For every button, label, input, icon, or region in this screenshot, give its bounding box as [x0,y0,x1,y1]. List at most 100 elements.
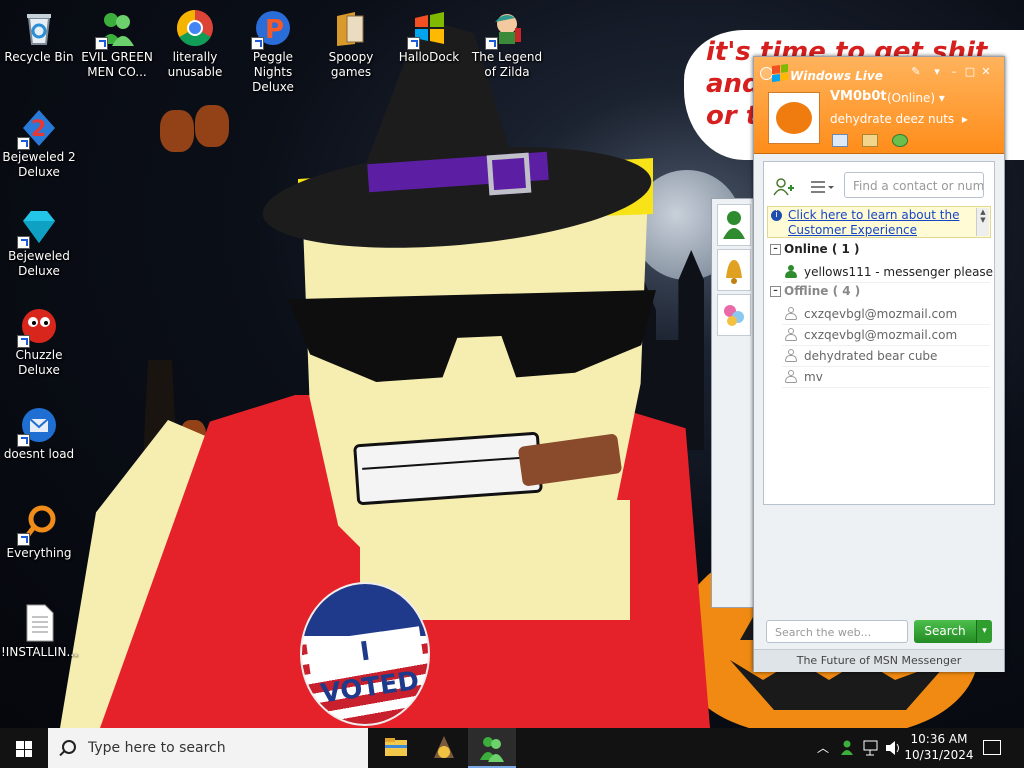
pumpkin-lantern [160,110,194,152]
svg-text:P: P [265,15,284,45]
tab-activities[interactable] [717,294,751,336]
network-icon[interactable] [862,728,880,768]
everything-search-icon [17,504,59,546]
desktop-icon-hallodock[interactable]: HalloDock [391,2,467,65]
group-online[interactable]: – Online ( 1 ) [770,242,860,256]
chevron-down-icon[interactable]: ▾ [930,65,944,79]
customer-experience-link[interactable]: Click here to learn about the Customer E… [788,208,968,238]
messenger-side-tabs [711,198,754,608]
contact-list-panel: Find a contact or number... i Click here… [763,161,995,505]
tab-contacts[interactable] [717,204,751,246]
offline-buddy-icon [784,349,798,363]
shortcut-arrow-icon [17,335,30,348]
search-button[interactable]: Search [914,620,976,643]
group-offline[interactable]: – Offline ( 4 ) [770,284,860,298]
contact-item[interactable]: dehydrated bear cube [782,346,990,367]
shortcut-arrow-icon [17,236,30,249]
offline-buddy-icon [784,328,798,342]
avatar[interactable] [768,92,820,144]
contacts-buddy-icon [723,211,745,239]
contact-item[interactable]: yellows111 - messenger please [782,262,993,283]
personal-message[interactable]: dehydrate deez nuts ▸ [830,112,968,126]
tray-overflow-chevron-icon[interactable]: ︿ [816,728,830,768]
witch-hat-buckle [486,152,532,196]
offline-buddy-icon [784,307,798,321]
start-button[interactable] [0,728,48,768]
tray-messenger-icon[interactable] [838,728,856,768]
contact-item[interactable]: cxzqevbgl@mozmail.com [782,304,990,325]
contact-name: cxzqevbgl@mozmail.com [804,307,958,321]
chuzzle-icon [17,306,59,348]
desktop-icon-installing-file[interactable]: !INSTALLIN... [1,597,78,660]
desktop-icon-chrome[interactable]: literally unusable [157,2,233,80]
shortcut-arrow-icon [17,137,30,150]
messenger-buddies-icon [480,737,504,762]
find-contact-input[interactable]: Find a contact or number... [844,172,984,198]
contact-item[interactable]: cxzqevbgl@mozmail.com [782,325,990,346]
contact-name: mv [804,370,823,384]
desktop-icon-evil-green-men[interactable]: EVIL GREEN MEN CO... [79,2,155,80]
taskbar-clock[interactable]: 10:36 AM 10/31/2024 [903,731,975,763]
folder-icon[interactable] [862,134,878,147]
shortcut-arrow-icon [95,37,108,50]
notification-center-icon[interactable] [983,740,1001,755]
minimize-button[interactable]: – [947,65,961,79]
taskbar-search-box[interactable]: Type here to search [48,728,368,768]
online-buddy-icon [784,265,798,279]
banner-scrollbar[interactable]: ▲ ▼ [976,208,989,236]
file-explorer-icon [385,738,407,756]
maximize-button[interactable]: □ [963,65,977,79]
shortcut-arrow-icon [407,37,420,50]
flowers-icon [724,305,744,326]
chrome-icon [175,8,215,48]
taskbar-search-placeholder: Type here to search [88,740,226,756]
status-text: (Online) [887,91,936,105]
search-dropdown-button[interactable]: ▾ [976,620,992,643]
add-contact-button[interactable] [770,176,796,198]
desktop-icon-bejeweled[interactable]: Bejeweled Deluxe [1,201,77,279]
bell-icon [726,260,742,284]
add-contact-icon [773,178,794,196]
desktop-icon-thunderbird[interactable]: doesnt load [1,399,77,462]
view-options-button[interactable] [808,176,834,198]
taskbar-halloween-app[interactable] [420,728,468,768]
group-label: Online ( 1 ) [784,242,860,256]
customize-icon[interactable]: ✎ [909,65,923,79]
zilda-icon [485,8,527,50]
list-view-icon [811,181,834,193]
collapse-toggle-icon: – [770,286,781,297]
thunderbird-icon [17,405,59,447]
desktop-icon-chuzzle[interactable]: Chuzzle Deluxe [1,300,77,378]
messenger-window: Windows Live ✎ ▾ – □ ✕ VM0b0t (Online) ▾… [753,56,1005,672]
display-name[interactable]: VM0b0t [830,89,887,104]
desktop-icon-everything[interactable]: Everything [1,498,77,561]
desktop-icon-bejeweled-2[interactable]: 2 Bejeweled 2 Deluxe [1,102,77,180]
close-button[interactable]: ✕ [979,65,993,79]
mail-icon[interactable] [832,134,848,147]
windows-logo-icon [407,8,449,50]
group-label: Offline ( 4 ) [784,284,861,298]
volume-icon[interactable] [884,728,902,768]
taskbar-messenger[interactable] [468,728,516,768]
collapse-toggle-icon: – [770,244,781,255]
spaces-icon[interactable] [892,134,908,147]
contact-item[interactable]: mv [782,367,990,388]
status-selector[interactable]: (Online) ▾ [887,91,945,105]
desktop-icon-spoopy-games[interactable]: Spoopy games [313,2,389,80]
desktop-icon-recycle-bin[interactable]: Recycle Bin [1,2,77,65]
clock-time: 10:36 AM [910,732,968,746]
web-search-input[interactable]: Search the web... [766,620,908,643]
green-buddies-icon [95,8,137,50]
contact-name: cxzqevbgl@mozmail.com [804,328,958,342]
windows-flag-icon [772,63,788,83]
i-voted-sticker: I VOTED [300,582,430,726]
taskbar-file-explorer[interactable] [372,728,420,768]
pumpkin-lantern [195,105,229,147]
shortcut-arrow-icon [17,434,30,447]
messenger-header: Windows Live ✎ ▾ – □ ✕ VM0b0t (Online) ▾… [754,57,1004,154]
witch-app-icon [434,736,454,758]
desktop-icon-legend-of-zilda[interactable]: The Legend of Zilda [469,2,545,80]
shortcut-arrow-icon [485,37,498,50]
desktop-icon-peggle-nights[interactable]: P Peggle Nights Deluxe [235,2,311,95]
tab-alerts[interactable] [717,249,751,291]
